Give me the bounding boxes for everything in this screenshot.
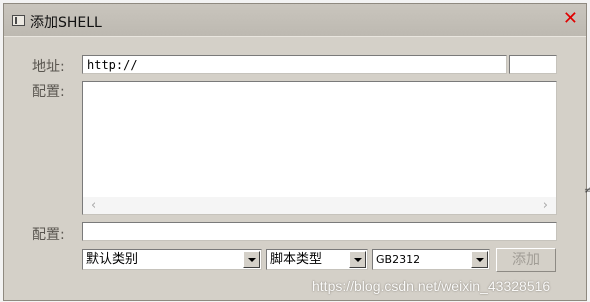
script-type-select-value: 脚本类型 [270,252,323,267]
encoding-select-value: GB2312 [376,253,421,266]
script-type-select[interactable]: 脚本类型 [266,249,368,270]
config2-input[interactable] [82,222,557,241]
scroll-left-icon[interactable]: ‹ [91,197,96,214]
url-label: 地址: [32,59,65,75]
chevron-down-icon[interactable] [471,251,488,268]
config-label: 配置: [32,84,65,100]
chevron-down-icon[interactable] [349,251,366,268]
chevron-down-icon[interactable] [243,251,260,268]
background-glyph: ≠ [584,186,590,196]
add-button[interactable]: 添加 [496,248,556,272]
category-select-value: 默认类别 [86,252,139,267]
encoding-select[interactable]: GB2312 [372,249,490,270]
window-title: 添加SHELL [30,15,102,31]
close-icon[interactable]: ✕ [563,8,578,29]
watermark: https://blog.csdn.net/weixin_43328516 [312,278,551,294]
config2-label: 配置: [32,227,65,243]
category-select[interactable]: 默认类别 [82,249,262,270]
config-textarea[interactable]: ‹ › [82,81,557,215]
add-shell-dialog: 添加SHELL ✕ 地址: http:// 配置: ‹ › 配置: 默认类别 脚… [3,3,587,301]
window-icon [12,15,25,26]
horizontal-scrollbar[interactable]: ‹ › [83,197,556,214]
url-input[interactable]: http:// [82,55,507,74]
titlebar: 添加SHELL ✕ [4,4,586,37]
scroll-right-icon[interactable]: › [543,197,548,214]
url-extra-input[interactable] [509,55,557,74]
